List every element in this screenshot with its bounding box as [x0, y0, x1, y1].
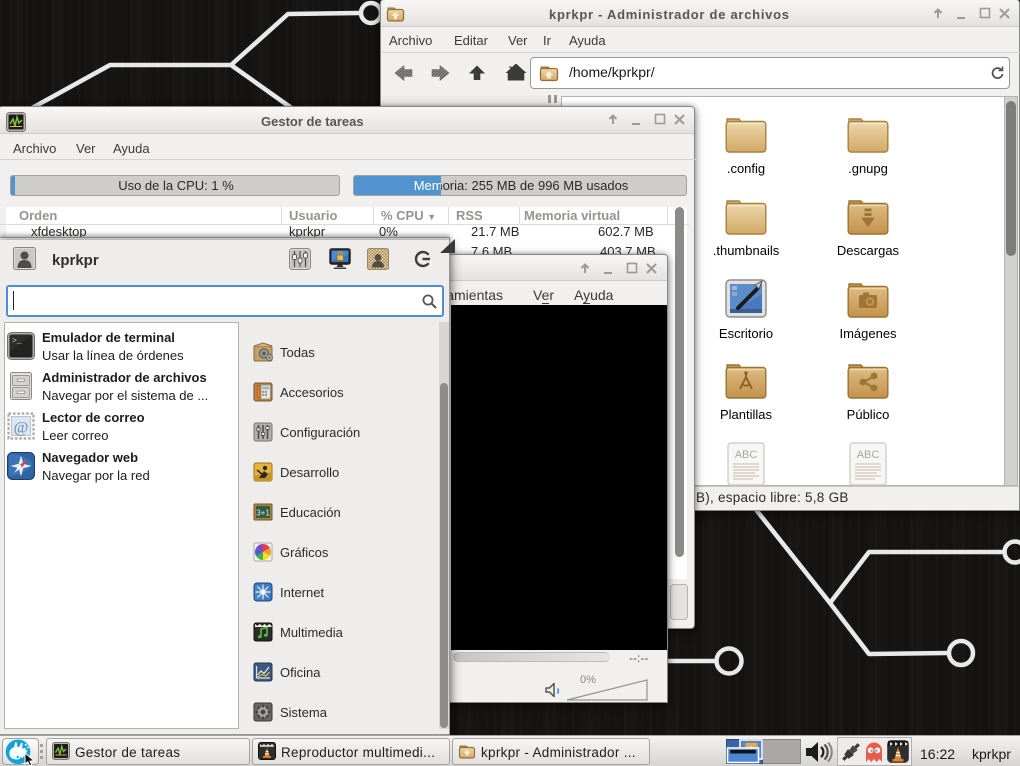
- svg-text:3+1: 3+1: [256, 509, 270, 518]
- svg-text:ABC: ABC: [857, 449, 880, 461]
- svg-text:ABC: ABC: [735, 449, 758, 461]
